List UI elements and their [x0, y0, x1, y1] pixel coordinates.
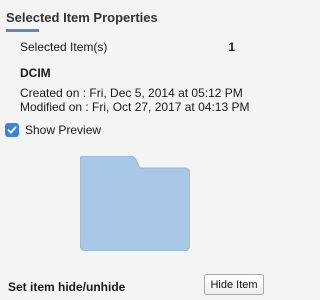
show-preview-label[interactable]: Show Preview	[25, 123, 101, 137]
title-underline	[6, 29, 39, 32]
modified-date: Modified on : Fri, Oct 27, 2017 at 04:13…	[20, 100, 250, 114]
show-preview-checkbox[interactable]	[5, 123, 19, 137]
panel-title: Selected Item Properties	[6, 10, 158, 25]
hide-item-button[interactable]: Hide Item	[204, 274, 264, 295]
created-date: Created on : Fri, Dec 5, 2014 at 05:12 P…	[20, 86, 243, 100]
folder-preview	[79, 155, 191, 252]
checkmark-icon	[7, 126, 17, 134]
item-name: DCIM	[20, 66, 51, 80]
show-preview-row[interactable]: Show Preview	[5, 123, 101, 137]
selected-items-row: Selected Item(s) 1	[20, 40, 235, 54]
folder-icon	[79, 155, 191, 252]
selected-items-count: 1	[228, 40, 235, 54]
hide-unhide-label: Set item hide/unhide	[8, 280, 126, 294]
selected-items-label: Selected Item(s)	[20, 40, 108, 54]
